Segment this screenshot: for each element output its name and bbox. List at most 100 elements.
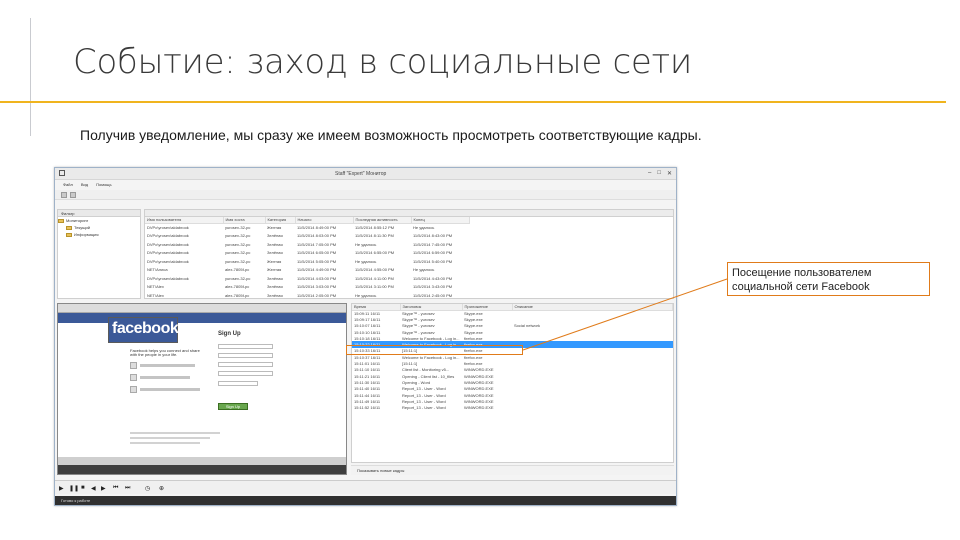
event-row[interactable]: 15:11:52 16/11 Report_13 - User - Word WIN… xyxy=(352,404,673,410)
pause-icon[interactable]: ❚❚ xyxy=(69,485,79,492)
table-cell: DVPc\yrosev\aldabrook xyxy=(147,275,189,281)
table-cell: Зелёная xyxy=(267,292,283,298)
table-cell: Зелёная xyxy=(267,250,283,256)
sessions-grid: Имя пользователя Имя хоста Категория Нач… xyxy=(144,209,674,299)
table-row[interactable]: DVPc\yrosev\aldabrook yurosev-32-pc Зелёна… xyxy=(145,249,469,258)
facebook-footer-links xyxy=(130,442,200,444)
table-cell: Не удалось xyxy=(355,292,377,298)
table-row[interactable]: DVPc\yrosev\aldabrook yurosev-32-pc Желтая… xyxy=(145,223,469,232)
table-cell: 11/5/2014 4:49:00 PM xyxy=(297,267,337,273)
tree-header: Фильтр xyxy=(58,210,140,217)
app-titlebar: Staff "Expert" Монитор – □ ✕ xyxy=(55,168,676,180)
table-cell: 11/5/2014 7:05:00 PM xyxy=(297,241,337,247)
tree-item-info[interactable]: Информация xyxy=(58,231,140,238)
table-cell: 11/5/2014 4:43:00 PM xyxy=(413,275,453,281)
table-cell: NET\Alex xyxy=(147,292,164,298)
preview-scrollbar[interactable] xyxy=(58,457,346,465)
table-cell: Желтая xyxy=(267,267,282,273)
facebook-visit-callout: Посещение пользователем социальной сети … xyxy=(727,262,930,296)
next-icon[interactable]: ⏭ xyxy=(125,485,130,492)
facebook-header xyxy=(58,313,346,323)
table-cell: Зелёная xyxy=(267,284,283,290)
close-icon[interactable]: ✕ xyxy=(667,170,672,177)
tree-item-monitoring[interactable]: Мониторинг xyxy=(58,217,140,224)
table-cell: 11/5/2014 6:05:00 PM xyxy=(297,250,337,256)
slide-subtitle: Получив уведомление, мы сразу же имеем в… xyxy=(80,127,702,143)
toolbar-back-icon[interactable] xyxy=(61,192,67,198)
preview-taskbar xyxy=(58,465,346,474)
table-row[interactable]: NET\Алиса alex-7805f-pc Желтая 11/5/2014 4:… xyxy=(145,266,469,275)
title-rule xyxy=(0,101,946,103)
table-cell: yurosev-32-pc xyxy=(225,275,251,281)
prev-icon[interactable]: ⏮ xyxy=(113,485,118,492)
table-row[interactable]: NET\Alex alex-7805f-pc Зелёная 11/5/2014 3:… xyxy=(145,283,469,292)
event-cell: Report_13 - User - Word xyxy=(402,405,446,411)
table-cell: 11/5/2014 8:43:00 PM xyxy=(413,233,453,239)
toolbar-forward-icon[interactable] xyxy=(70,192,76,198)
table-cell: yurosev-32-pc xyxy=(225,233,251,239)
folder-icon xyxy=(58,218,64,223)
table-cell: yurosev-32-pc xyxy=(225,241,251,247)
folder-icon xyxy=(66,225,72,230)
table-cell: 11/5/2014 3:03:00 PM xyxy=(297,284,337,290)
event-cell: Welcome to Facebook - Log in... xyxy=(402,335,460,341)
step-back-icon[interactable]: ◀ xyxy=(91,485,96,492)
browser-toolbar xyxy=(58,304,346,313)
menu-view[interactable]: Вид xyxy=(81,182,88,190)
table-cell: DVPc\yrosev\aldabrook xyxy=(147,233,189,239)
table-row[interactable]: DVPc\yrosev\aldabrook yurosev-32-pc Зелёна… xyxy=(145,274,469,283)
table-cell: 11/5/2014 6:55:00 PM xyxy=(355,250,395,256)
profile-icon xyxy=(130,374,137,381)
table-row[interactable]: DVPc\yrosev\aldabrook yurosev-32-pc Зелёна… xyxy=(145,240,469,249)
facebook-logo: facebook xyxy=(108,317,179,343)
facebook-first-name-field xyxy=(218,344,273,349)
facebook-footer-links xyxy=(130,437,210,439)
stop-icon[interactable]: ■ xyxy=(81,485,85,491)
clock-icon[interactable]: ◷ xyxy=(145,485,150,492)
maximize-icon[interactable]: □ xyxy=(657,170,661,177)
step-forward-icon[interactable]: ▶ xyxy=(101,485,106,492)
table-cell: alex-7805f-pc xyxy=(225,284,250,290)
show-new-frames-option[interactable]: Показывать новые кадры xyxy=(351,465,674,475)
menu-help[interactable]: Помощь xyxy=(96,182,111,190)
play-icon[interactable]: ▶ xyxy=(59,485,64,492)
sessions-grid-header xyxy=(145,210,673,217)
screen-preview[interactable]: facebook Facebook helps you connect and … xyxy=(57,303,347,475)
table-cell: 11/5/2014 2:05:00 PM xyxy=(297,292,337,298)
table-cell: 11/5/2014 4:55:00 PM xyxy=(355,267,395,273)
playback-controls: ▶ ❚❚ ■ ◀ ▶ ⏮ ⏭ ◷ ⊕ xyxy=(55,480,676,494)
monitor-app-window: Staff "Expert" Монитор – □ ✕ Файл Вид По… xyxy=(54,167,677,506)
tree-panel: Фильтр Мониторинг Текущий Информация xyxy=(57,209,141,299)
table-cell: 11/5/2014 7:45:00 PM xyxy=(413,241,453,247)
zoom-icon[interactable]: ⊕ xyxy=(159,485,164,492)
table-cell: DVPc\yrosev\aldabrook xyxy=(147,225,189,230)
table-row[interactable]: NET\Alex alex-7805f-pc Зелёная 11/5/2014 2:… xyxy=(145,291,469,298)
table-cell: 11/5/2014 2:45:00 PM xyxy=(413,292,453,298)
event-cell xyxy=(512,404,673,410)
table-cell: 11/5/2014 8:03:00 PM xyxy=(297,233,337,239)
facebook-tagline: Facebook helps you connect and share wit… xyxy=(130,348,200,357)
photo-icon xyxy=(130,362,137,369)
table-cell: Желтая xyxy=(267,258,282,264)
facebook-reenter-email-field xyxy=(218,362,273,367)
facebook-signup-heading: Sign Up xyxy=(218,331,241,337)
table-cell: Не удалось xyxy=(355,241,377,247)
folder-icon xyxy=(66,232,72,237)
tree-item-label: Мониторинг xyxy=(66,218,89,223)
table-cell: Зелёная xyxy=(267,275,283,281)
left-vertical-line xyxy=(30,18,31,136)
app-icon xyxy=(59,170,65,176)
table-cell: 11/5/2014 3:11:00 PM xyxy=(355,284,394,290)
table-cell: DVPc\yrosev\aldabrook xyxy=(147,258,189,264)
table-row[interactable]: DVPc\yrosev\aldabrook yurosev-32-pc Желтая… xyxy=(145,257,469,266)
sessions-table: Имя пользователя Имя хоста Категория Нач… xyxy=(145,217,470,298)
minimize-icon[interactable]: – xyxy=(648,170,651,177)
phone-icon xyxy=(130,386,137,393)
slide-title: Событие: заход в социальные сети xyxy=(73,42,692,82)
table-cell: Зелёная xyxy=(267,233,283,239)
tree-item-current[interactable]: Текущий xyxy=(58,224,140,231)
table-cell: 11/5/2014 4:03:00 PM xyxy=(297,275,337,281)
menu-file[interactable]: Файл xyxy=(63,182,73,190)
table-row[interactable]: DVPc\yrosev\aldabrook yurosev-32-pc Зелёна… xyxy=(145,232,469,241)
app-menubar: Файл Вид Помощь xyxy=(55,182,112,190)
